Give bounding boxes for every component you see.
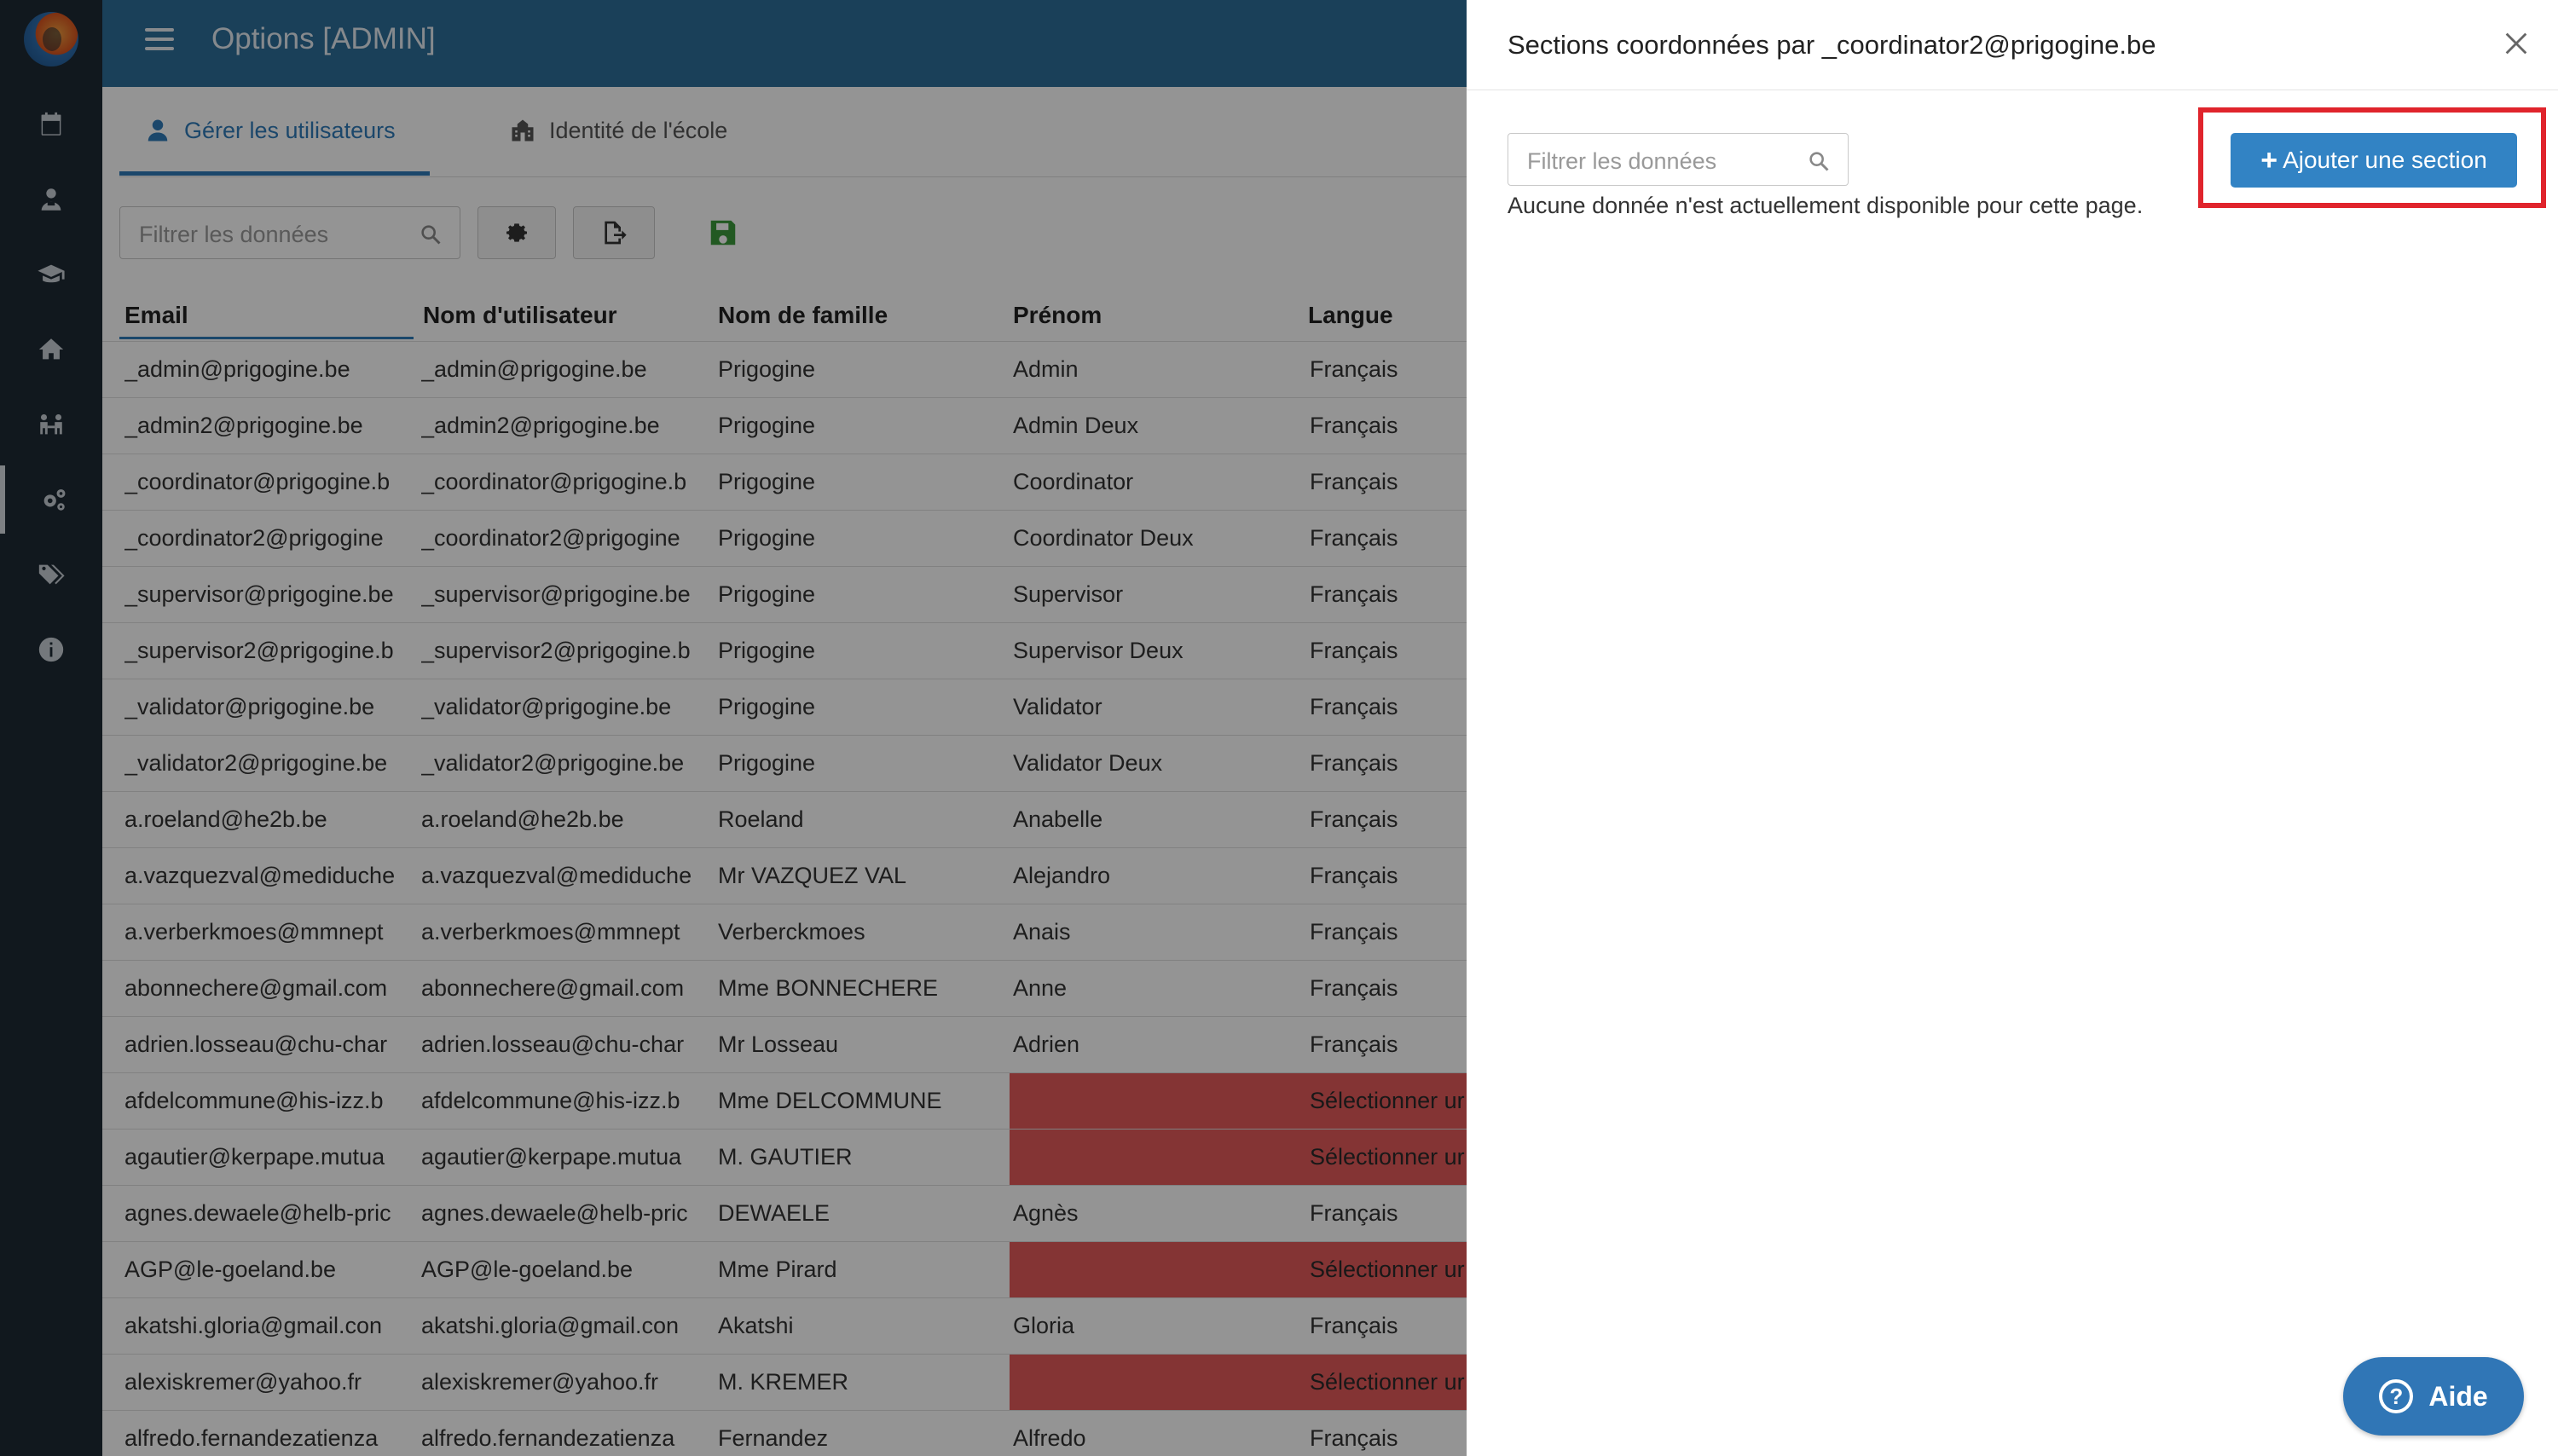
sections-filter-input[interactable]: Filtrer les données bbox=[1508, 133, 1849, 186]
plus-icon: + bbox=[2260, 143, 2278, 176]
panel-header: Sections coordonnées par _coordinator2@p… bbox=[1467, 0, 2558, 90]
question-icon: ? bbox=[2379, 1379, 2414, 1413]
empty-state-message: Aucune donnée n'est actuellement disponi… bbox=[1508, 193, 2144, 218]
close-icon[interactable] bbox=[2502, 29, 2531, 58]
panel-title: Sections coordonnées par _coordinator2@p… bbox=[1508, 30, 2156, 60]
modal-backdrop[interactable] bbox=[0, 0, 1467, 1456]
sections-panel: Sections coordonnées par _coordinator2@p… bbox=[1467, 0, 2558, 1456]
help-label: Aide bbox=[2428, 1380, 2488, 1412]
help-button[interactable]: ? Aide bbox=[2343, 1357, 2524, 1436]
add-section-button[interactable]: + Ajouter une section bbox=[2231, 133, 2517, 188]
filter-placeholder: Filtrer les données bbox=[1527, 148, 1717, 174]
add-section-label: Ajouter une section bbox=[2283, 147, 2487, 173]
search-icon bbox=[1809, 152, 1829, 171]
